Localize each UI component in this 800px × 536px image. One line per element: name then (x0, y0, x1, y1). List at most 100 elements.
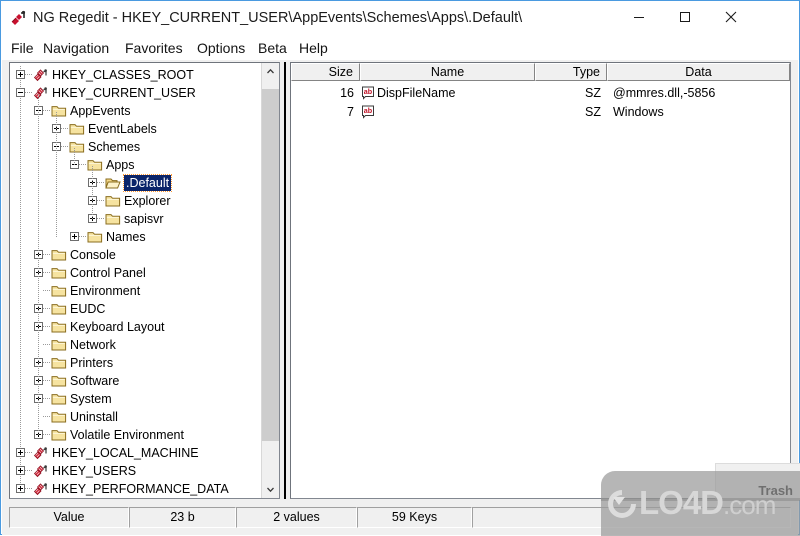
tree-node-label: EUDC (70, 302, 106, 316)
tree-node-label: Names (106, 230, 146, 244)
menu-item-file[interactable]: File (11, 38, 34, 58)
tree-node-network[interactable]: Network (10, 336, 263, 354)
column-header-label: Name (430, 65, 465, 79)
menu-item-favorites[interactable]: Favorites (125, 38, 183, 58)
tree-node-names[interactable]: Names (10, 228, 263, 246)
tree-connector (43, 398, 51, 399)
menu-item-navigation[interactable]: Navigation (43, 38, 109, 58)
minimize-button[interactable] (616, 1, 662, 33)
tree-connector (43, 272, 51, 273)
tree-node-explorer[interactable]: Explorer (10, 192, 263, 210)
tree-node-keyboardlayout[interactable]: Keyboard Layout (10, 318, 263, 336)
tree-node-software[interactable]: Software (10, 372, 263, 390)
tree-node-schemes[interactable]: Schemes (10, 138, 263, 156)
tree-connector (43, 380, 51, 381)
expand-icon[interactable] (16, 70, 25, 79)
tree-connector (92, 166, 93, 219)
tree-node-appevents[interactable]: AppEvents (10, 102, 263, 120)
registry-key-icon (33, 446, 49, 460)
close-button[interactable] (708, 1, 754, 33)
column-header-data[interactable]: Data (607, 63, 790, 81)
tree-node-printers[interactable]: Printers (10, 354, 263, 372)
column-header-size[interactable]: Size (291, 63, 360, 81)
status-panel-4 (472, 507, 791, 528)
tree-connector (97, 182, 105, 183)
tree-connector (61, 146, 69, 147)
tree-connector (43, 344, 51, 345)
folder-icon (51, 266, 67, 280)
list-header: Size Name Type Data (291, 63, 790, 81)
expand-icon[interactable] (16, 448, 25, 457)
tree-node-hkey_current_user[interactable]: HKEY_CURRENT_USER (10, 84, 263, 102)
status-panel-0: Value (9, 507, 129, 528)
expand-icon[interactable] (70, 232, 79, 241)
tree-connector (43, 326, 51, 327)
folder-icon (69, 122, 85, 136)
tree-connector (97, 200, 105, 201)
string-value-icon: ab (361, 86, 375, 100)
tree-connector (97, 218, 105, 219)
scroll-up-button[interactable] (262, 63, 279, 80)
tree-connector (74, 148, 75, 165)
menu-item-options[interactable]: Options (197, 38, 245, 58)
tree-node-default[interactable]: .Default (10, 174, 263, 192)
registry-key-icon (33, 86, 49, 100)
folder-icon (51, 320, 67, 334)
string-value-icon: ab (361, 105, 375, 119)
tree-scroll-thumb[interactable] (262, 89, 279, 441)
registry-key-icon (33, 68, 49, 82)
tree-node-system[interactable]: System (10, 390, 263, 408)
tree-connector (43, 254, 51, 255)
tree-node-sapisvr[interactable]: sapisvr (10, 210, 263, 228)
folder-icon (51, 392, 67, 406)
tree-node-hkey_local_machine[interactable]: HKEY_LOCAL_MACHINE (10, 444, 263, 462)
svg-text:ab: ab (364, 87, 373, 96)
cell-size: 7 (347, 105, 354, 119)
menu-bar: File Navigation Favorites Options Beta Help (1, 36, 799, 60)
tree-scrollbar[interactable] (261, 63, 279, 498)
column-header-type[interactable]: Type (535, 63, 607, 81)
folder-icon (51, 428, 67, 442)
tree-node-label: Control Panel (70, 266, 146, 280)
trash-panel[interactable]: Trash (715, 463, 800, 500)
tree-node-label: HKEY_LOCAL_MACHINE (52, 446, 199, 460)
tree-node-eudc[interactable]: EUDC (10, 300, 263, 318)
registry-tree[interactable]: HKEY_CLASSES_ROOT HKEY_CURRENT_USER AppEve… (10, 63, 263, 498)
expand-icon[interactable] (16, 466, 25, 475)
tree-node-hkey_classes_root[interactable]: HKEY_CLASSES_ROOT (10, 66, 263, 84)
expand-icon[interactable] (16, 484, 25, 493)
column-header-name[interactable]: Name (360, 63, 535, 81)
tree-node-volatileenvironment[interactable]: Volatile Environment (10, 426, 263, 444)
tree-node-environment[interactable]: Environment (10, 282, 263, 300)
pane-splitter[interactable] (283, 62, 287, 499)
values-list-panel[interactable]: Size Name Type Data 16 ab DispFileName SZ @mmre… (290, 62, 791, 499)
collapse-icon[interactable] (16, 88, 25, 97)
menu-item-help[interactable]: Help (299, 38, 328, 58)
cell-size: 16 (340, 86, 354, 100)
folder-icon (51, 104, 67, 118)
folder-icon (105, 212, 121, 226)
menu-item-beta[interactable]: Beta (258, 38, 287, 58)
tree-node-hkey_performance_data[interactable]: HKEY_PERFORMANCE_DATA (10, 480, 263, 498)
folder-icon (51, 248, 67, 262)
scroll-down-button[interactable] (262, 481, 279, 498)
registry-tree-panel[interactable]: HKEY_CLASSES_ROOT HKEY_CURRENT_USER AppEve… (9, 62, 280, 499)
tree-node-eventlabels[interactable]: EventLabels (10, 120, 263, 138)
folder-icon (87, 230, 103, 244)
tree-connector (25, 488, 33, 489)
folder-icon (51, 410, 67, 424)
svg-text:ab: ab (364, 106, 373, 115)
tree-node-hkey_users[interactable]: HKEY_USERS (10, 462, 263, 480)
tree-node-apps[interactable]: Apps (10, 156, 263, 174)
table-row[interactable]: 16 ab DispFileName SZ @mmres.dll,-5856 (291, 85, 790, 101)
tree-connector (61, 128, 69, 129)
table-row[interactable]: 7 ab SZ Windows (291, 104, 790, 120)
folder-icon (51, 374, 67, 388)
tree-connector (25, 92, 33, 93)
tree-node-label: HKEY_USERS (52, 464, 137, 478)
tree-node-console[interactable]: Console (10, 246, 263, 264)
tree-node-uninstall[interactable]: Uninstall (10, 408, 263, 426)
status-panel-1: 23 b (129, 507, 236, 528)
maximize-button[interactable] (662, 1, 708, 33)
tree-node-controlpanel[interactable]: Control Panel (10, 264, 263, 282)
